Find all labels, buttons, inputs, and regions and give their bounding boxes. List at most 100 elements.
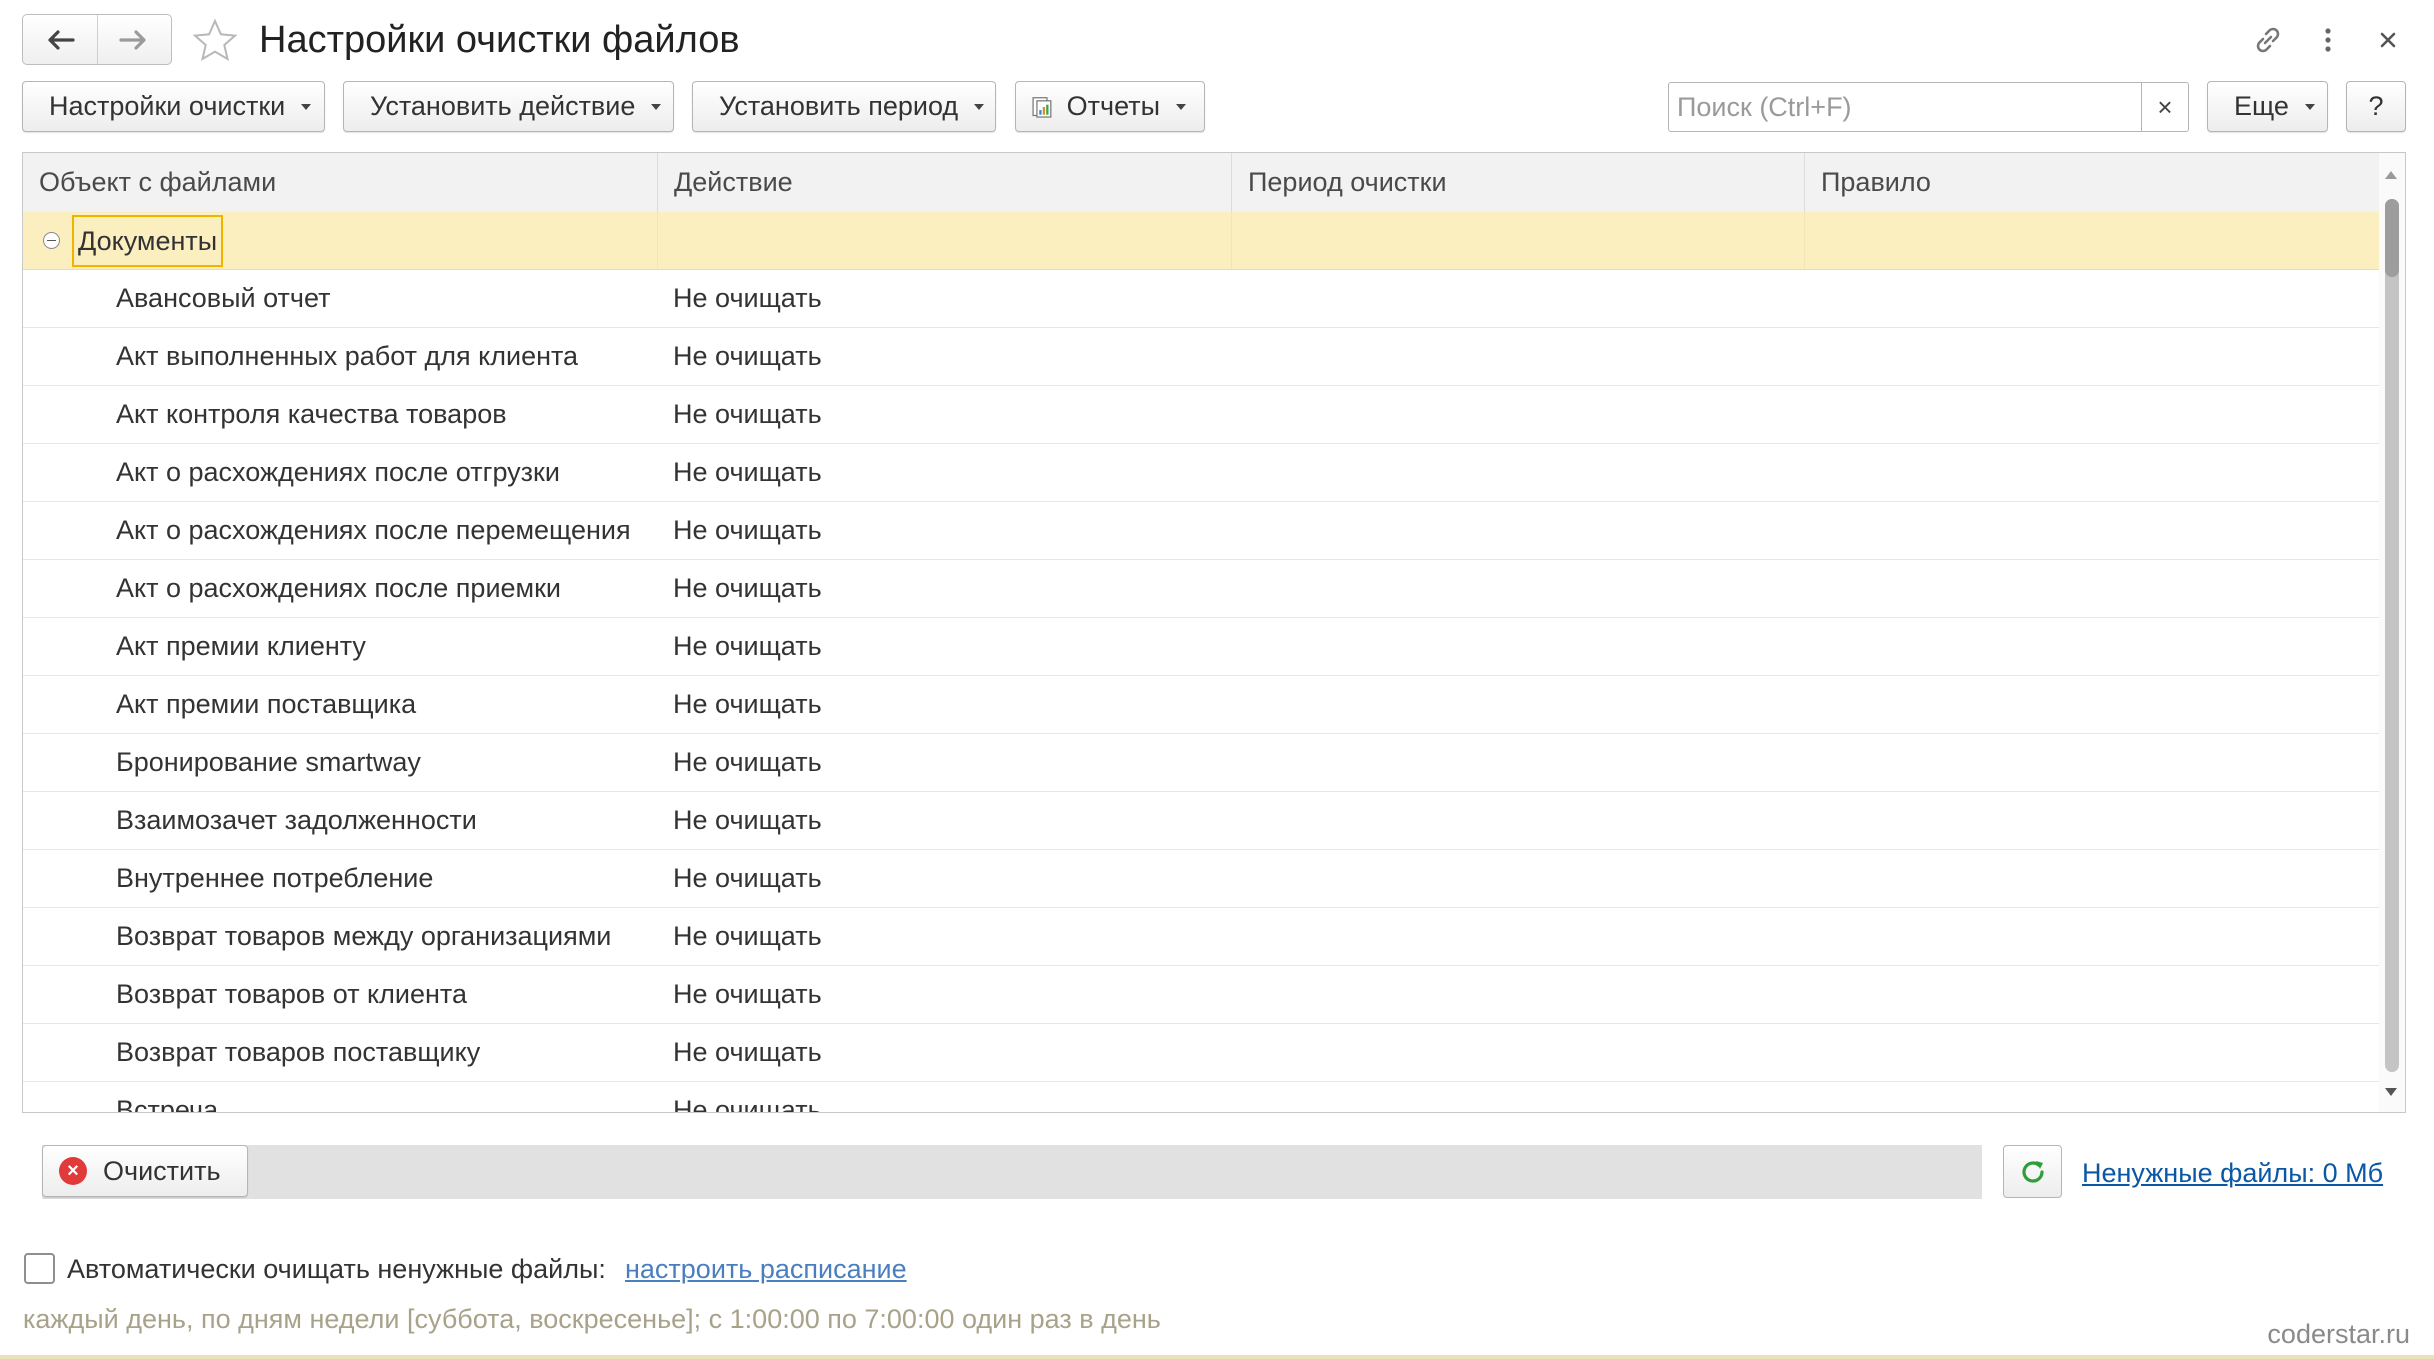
table-row[interactable]: Акт контроля качества товаров Не очищать bbox=[23, 386, 2379, 444]
column-header-action[interactable]: Действие bbox=[657, 153, 1231, 212]
clear-button[interactable]: × Очистить bbox=[42, 1145, 248, 1197]
object-cell: Акт о расхождениях после перемещения bbox=[116, 515, 631, 545]
action-cell: Не очищать bbox=[673, 747, 822, 777]
period-cell bbox=[1231, 676, 1804, 733]
object-cell: Взаимозачет задолженности bbox=[116, 805, 477, 835]
back-button[interactable] bbox=[23, 15, 97, 64]
action-cell: Не очищать bbox=[673, 515, 822, 545]
group-cell: Документы bbox=[23, 212, 657, 269]
object-cell: Авансовый отчет bbox=[116, 283, 331, 313]
period-cell bbox=[1231, 560, 1804, 617]
rule-cell bbox=[1804, 328, 2379, 385]
rule-cell bbox=[1804, 502, 2379, 559]
table-row[interactable]: Акт о расхождениях после перемещения Не о… bbox=[23, 502, 2379, 560]
period-cell bbox=[1231, 850, 1804, 907]
scroll-up-icon[interactable] bbox=[2385, 171, 2397, 179]
scroll-down-icon[interactable] bbox=[2385, 1088, 2397, 1096]
action-cell: Не очищать bbox=[673, 631, 822, 661]
action-cell: Не очищать bbox=[673, 573, 822, 603]
group-label: Документы bbox=[72, 214, 224, 267]
set-period-button[interactable]: Установить период bbox=[692, 81, 996, 132]
schedule-description: каждый день, по дням недели [суббота, во… bbox=[23, 1304, 1161, 1334]
vertical-scrollbar[interactable] bbox=[2379, 153, 2405, 1112]
period-cell bbox=[1231, 270, 1804, 327]
rule-cell bbox=[1804, 444, 2379, 501]
action-cell: Не очищать bbox=[673, 399, 822, 429]
auto-clean-checkbox[interactable] bbox=[24, 1253, 55, 1284]
favorite-star-icon[interactable] bbox=[192, 18, 238, 64]
rule-cell bbox=[1804, 270, 2379, 327]
object-cell: Возврат товаров от клиента bbox=[116, 979, 468, 1009]
table-row[interactable]: Встреча Не очищать bbox=[23, 1082, 2379, 1113]
period-cell bbox=[1231, 502, 1804, 559]
help-button[interactable]: ? bbox=[2346, 81, 2406, 132]
rule-cell bbox=[1804, 908, 2379, 965]
more-label: Еще bbox=[2234, 91, 2289, 121]
dropdown-caret-icon bbox=[651, 103, 662, 110]
table-row[interactable]: Авансовый отчет Не очищать bbox=[23, 270, 2379, 328]
more-button[interactable]: Еще bbox=[2207, 81, 2328, 132]
action-cell: Не очищать bbox=[673, 979, 822, 1009]
table-row[interactable]: Акт о расхождениях после приемки Не очища… bbox=[23, 560, 2379, 618]
reports-button[interactable]: Отчеты bbox=[1015, 81, 1205, 132]
scrollbar-thumb[interactable] bbox=[2385, 199, 2399, 1072]
forward-button[interactable] bbox=[96, 15, 172, 64]
action-cell: Не очищать bbox=[673, 1095, 822, 1113]
table-body: Документы Авансовый отчет Не очищать Акт в… bbox=[23, 212, 2379, 1113]
table-row[interactable]: Возврат товаров от клиента Не очищать bbox=[23, 966, 2379, 1024]
period-cell bbox=[1231, 966, 1804, 1023]
table-row[interactable]: Акт премии клиенту Не очищать bbox=[23, 618, 2379, 676]
object-cell: Возврат товаров поставщику bbox=[116, 1037, 481, 1067]
group-rule-cell bbox=[1804, 212, 2379, 269]
cleanup-settings-button[interactable]: Настройки очистки bbox=[22, 81, 325, 132]
report-icon bbox=[1032, 96, 1052, 118]
table-row[interactable]: Акт премии поставщика Не очищать bbox=[23, 676, 2379, 734]
table-row[interactable]: Бронирование smartway Не очищать bbox=[23, 734, 2379, 792]
period-cell bbox=[1231, 734, 1804, 791]
action-cell: Не очищать bbox=[673, 863, 822, 893]
column-header-object[interactable]: Объект с файлами bbox=[23, 153, 657, 212]
rule-cell bbox=[1804, 734, 2379, 791]
reports-label: Отчеты bbox=[1066, 91, 1160, 121]
period-cell bbox=[1231, 908, 1804, 965]
rule-cell bbox=[1804, 560, 2379, 617]
action-cell: Не очищать bbox=[673, 689, 822, 719]
table-row[interactable]: Внутреннее потребление Не очищать bbox=[23, 850, 2379, 908]
rule-cell bbox=[1804, 1082, 2379, 1112]
period-cell bbox=[1231, 386, 1804, 443]
search-field: × bbox=[1668, 82, 2189, 132]
dropdown-caret-icon bbox=[301, 103, 312, 110]
link-icon[interactable] bbox=[2248, 20, 2288, 60]
refresh-button[interactable] bbox=[2003, 1145, 2062, 1198]
table-row[interactable]: Возврат товаров поставщику Не очищать bbox=[23, 1024, 2379, 1082]
unneeded-files-link[interactable]: Ненужные файлы: 0 Мб bbox=[2082, 1154, 2383, 1192]
period-cell bbox=[1231, 618, 1804, 675]
object-cell: Акт выполненных работ для клиента bbox=[116, 341, 579, 371]
arrow-right-icon bbox=[119, 29, 146, 50]
rule-cell bbox=[1804, 1024, 2379, 1081]
search-clear-button[interactable]: × bbox=[2141, 83, 2188, 131]
arrow-left-icon bbox=[48, 29, 75, 50]
group-action-cell bbox=[657, 212, 1231, 269]
configure-schedule-link[interactable]: настроить расписание bbox=[625, 1250, 907, 1288]
rule-cell bbox=[1804, 676, 2379, 733]
more-vertical-icon[interactable] bbox=[2308, 20, 2348, 60]
search-input[interactable] bbox=[1669, 83, 2145, 131]
object-cell: Акт премии поставщика bbox=[116, 689, 417, 719]
set-period-label: Установить период bbox=[719, 91, 959, 121]
table-row[interactable]: Возврат товаров между организациями Не оч… bbox=[23, 908, 2379, 966]
close-window-icon[interactable] bbox=[2368, 20, 2408, 60]
table-row[interactable]: Акт выполненных работ для клиента Не очищ… bbox=[23, 328, 2379, 386]
action-cell: Не очищать bbox=[673, 805, 822, 835]
collapse-toggle-icon[interactable] bbox=[43, 232, 60, 249]
column-header-period[interactable]: Период очистки bbox=[1231, 153, 1804, 212]
object-cell: Акт о расхождениях после отгрузки bbox=[116, 457, 560, 487]
object-cell: Внутреннее потребление bbox=[116, 863, 434, 893]
table-row[interactable]: Акт о расхождениях после отгрузки Не очищ… bbox=[23, 444, 2379, 502]
group-row-documents[interactable]: Документы bbox=[23, 212, 2379, 270]
column-header-rule[interactable]: Правило bbox=[1804, 153, 2379, 212]
group-period-cell bbox=[1231, 212, 1804, 269]
table-row[interactable]: Взаимозачет задолженности Не очищать bbox=[23, 792, 2379, 850]
action-cell: Не очищать bbox=[673, 283, 822, 313]
set-action-button[interactable]: Установить действие bbox=[343, 81, 674, 132]
